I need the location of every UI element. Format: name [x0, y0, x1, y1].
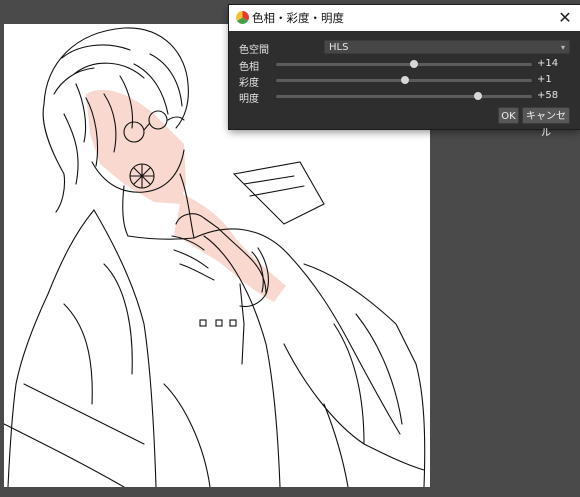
saturation-slider[interactable]: [276, 76, 532, 84]
hue-label: 色相: [239, 62, 259, 73]
hue-slider[interactable]: [276, 60, 532, 68]
colorspace-value: HLS: [329, 42, 349, 53]
dialog-titlebar[interactable]: 色相・彩度・明度 ✕: [229, 5, 580, 31]
luminosity-label: 明度: [239, 94, 259, 105]
cancel-button[interactable]: キャンセル: [522, 107, 570, 139]
luminosity-value: +58: [537, 90, 559, 101]
luminosity-slider[interactable]: [276, 92, 532, 100]
hue-value: +14: [537, 58, 559, 69]
saturation-value: +1: [537, 74, 552, 85]
hue-slider-thumb[interactable]: [409, 60, 418, 68]
colorspace-dropdown[interactable]: HLS ▾: [324, 40, 570, 54]
color-wheel-icon: [236, 11, 249, 24]
luminosity-slider-thumb[interactable]: [474, 92, 483, 100]
close-icon[interactable]: ✕: [550, 5, 580, 31]
ok-button[interactable]: OK: [498, 107, 519, 124]
dialog-title: 色相・彩度・明度: [252, 11, 344, 25]
colorspace-label: 色空間: [239, 45, 269, 56]
saturation-slider-thumb[interactable]: [401, 76, 410, 84]
saturation-label: 彩度: [239, 78, 259, 89]
dropdown-arrow-icon: ▾: [560, 43, 565, 52]
hue-saturation-luminosity-dialog: 色相・彩度・明度 ✕ 色空間 HLS ▾ 色相 +14 彩度 +1 明度 +58…: [229, 5, 580, 139]
